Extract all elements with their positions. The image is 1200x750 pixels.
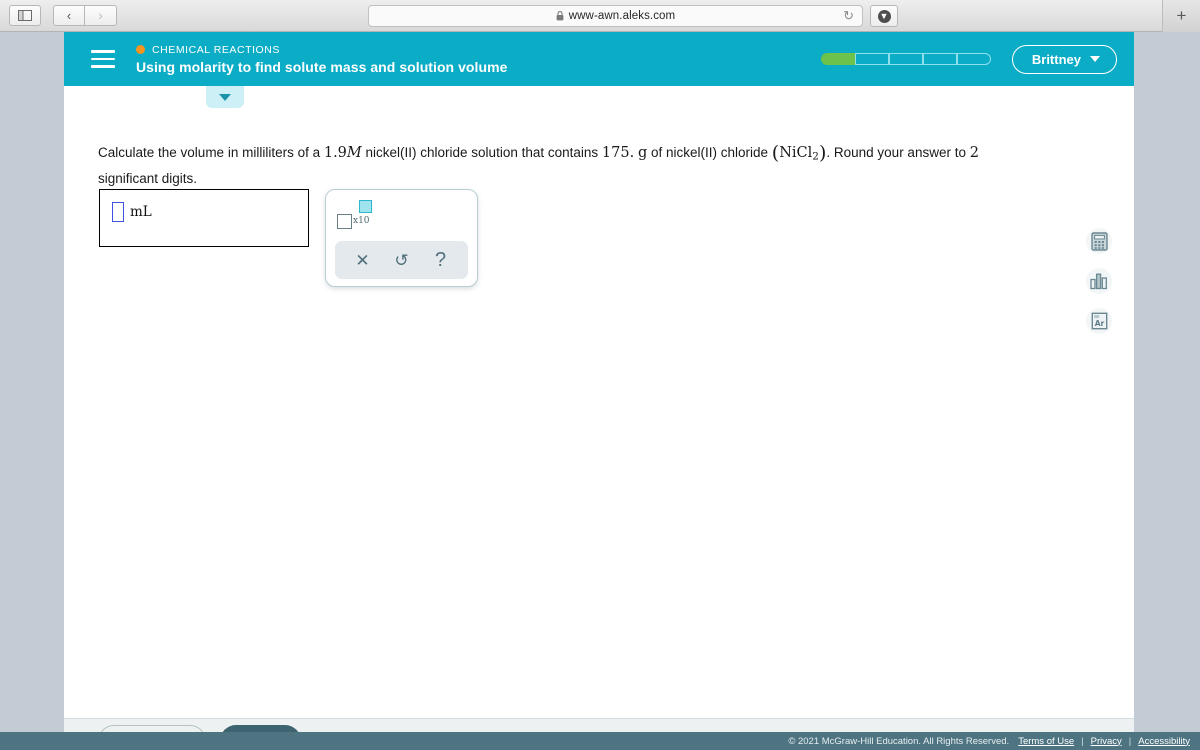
- category-row: CHEMICAL REACTIONS: [136, 44, 507, 56]
- formula-subscript: 2: [812, 150, 819, 163]
- answer-unit-label: mL: [130, 204, 152, 220]
- lock-glyph: [556, 11, 564, 21]
- progress-segment: [820, 53, 855, 65]
- category-label: CHEMICAL REACTIONS: [152, 43, 280, 56]
- footer-separator: |: [1081, 735, 1084, 747]
- copyright-text: © 2021 McGraw-Hill Education. All Rights…: [788, 735, 1010, 747]
- footer-separator: |: [1128, 735, 1132, 747]
- hamburger-bar: [91, 57, 115, 61]
- header-title-block: CHEMICAL REACTIONS Using molarity to fin…: [136, 44, 507, 75]
- question-sigfigs: 2: [969, 145, 979, 161]
- hamburger-bar: [91, 65, 115, 68]
- page-footer: © 2021 McGraw-Hill Education. All Rights…: [0, 732, 1200, 750]
- question-part2: nickel(II) chloride solution that contai…: [361, 145, 602, 160]
- hamburger-menu-icon[interactable]: [91, 50, 115, 68]
- question-part5: significant digits.: [98, 170, 198, 186]
- progress-segment: [956, 53, 991, 65]
- terms-of-use-link[interactable]: Terms of Use: [1018, 736, 1074, 747]
- lock-icon: [556, 11, 564, 21]
- input-blank-box[interactable]: [112, 202, 124, 222]
- chart-tool[interactable]: [1086, 268, 1112, 294]
- question-molarity-unit: M: [346, 145, 362, 161]
- calculator-icon: [1090, 231, 1108, 251]
- clear-button[interactable]: ✕: [349, 246, 377, 274]
- sci-multiplier-label: x10: [353, 216, 370, 226]
- browser-toolbar: ‹ › www-awn.aleks.com ↻ ▼ +: [0, 0, 1200, 32]
- svg-text:Ar: Ar: [1094, 319, 1104, 328]
- hamburger-bar: [91, 50, 115, 53]
- chevron-down-icon: [219, 93, 231, 101]
- progress-bar: [820, 53, 991, 65]
- progress-segment: [854, 53, 889, 65]
- aleks-page: CHEMICAL REACTIONS Using molarity to fin…: [64, 32, 1134, 718]
- collapse-header-button[interactable]: [206, 86, 244, 108]
- reload-icon[interactable]: ↻: [843, 8, 854, 24]
- question-text: Calculate the volume in milliliters of a…: [98, 142, 1033, 190]
- download-glyph: ▼: [877, 9, 891, 23]
- user-menu-button[interactable]: Brittney: [1011, 44, 1117, 74]
- sci-exponent-box: [359, 200, 372, 213]
- question-part4: . Round your answer to: [826, 145, 970, 160]
- question-molarity-value: 1.9: [323, 145, 347, 161]
- scientific-notation-button[interactable]: x10: [335, 199, 372, 229]
- question-mass-unit: g: [637, 145, 648, 161]
- browser-viewport: CHEMICAL REACTIONS Using molarity to fin…: [0, 32, 1200, 750]
- chevron-right-icon[interactable]: ›: [85, 5, 117, 26]
- help-button[interactable]: ?: [427, 246, 455, 274]
- category-dot-icon: [136, 45, 145, 54]
- math-toolbar-actions: ✕ ↺ ?: [335, 241, 468, 279]
- accessibility-link[interactable]: Accessibility: [1138, 736, 1190, 747]
- question-part3: of nickel(II) chloride: [647, 145, 772, 160]
- sidebar-toggle-icon[interactable]: [9, 5, 41, 26]
- url-bar[interactable]: www-awn.aleks.com ↻: [368, 5, 863, 27]
- privacy-link[interactable]: Privacy: [1091, 736, 1122, 747]
- chevron-down-icon: [1090, 56, 1100, 62]
- calculator-tool[interactable]: [1086, 228, 1112, 254]
- download-icon[interactable]: ▼: [870, 5, 898, 27]
- progress-segment: [888, 53, 923, 65]
- formula-main: NiCl: [779, 145, 813, 161]
- periodic-table-icon: Ar: [1091, 312, 1107, 330]
- sci-base-box: [337, 214, 352, 229]
- progress-segment: [922, 53, 957, 65]
- user-name-label: Brittney: [1031, 51, 1081, 67]
- app-root: ‹ › www-awn.aleks.com ↻ ▼ + CHEMICAL REA…: [0, 0, 1200, 750]
- bar-chart-icon: [1090, 273, 1107, 290]
- page-title: Using molarity to find solute mass and s…: [136, 58, 508, 75]
- new-tab-button[interactable]: +: [1162, 0, 1200, 32]
- question-mass-value: 175.: [601, 145, 635, 161]
- question-part1: Calculate the volume in milliliters of a: [98, 145, 324, 160]
- periodic-table-tool[interactable]: Ar: [1086, 308, 1112, 334]
- undo-button[interactable]: ↺: [388, 246, 416, 274]
- tool-rail: Ar: [1086, 228, 1112, 334]
- url-text: www-awn.aleks.com: [568, 10, 676, 22]
- math-toolbar-panel: x10 ✕ ↺ ?: [325, 189, 478, 287]
- answer-input[interactable]: mL: [99, 189, 309, 247]
- sidebar-glyph: [18, 10, 32, 21]
- chevron-left-icon[interactable]: ‹: [53, 5, 85, 26]
- header-right: Brittney: [820, 32, 1117, 86]
- nav-buttons: ‹ ›: [53, 5, 117, 26]
- aleks-header: CHEMICAL REACTIONS Using molarity to fin…: [64, 32, 1134, 86]
